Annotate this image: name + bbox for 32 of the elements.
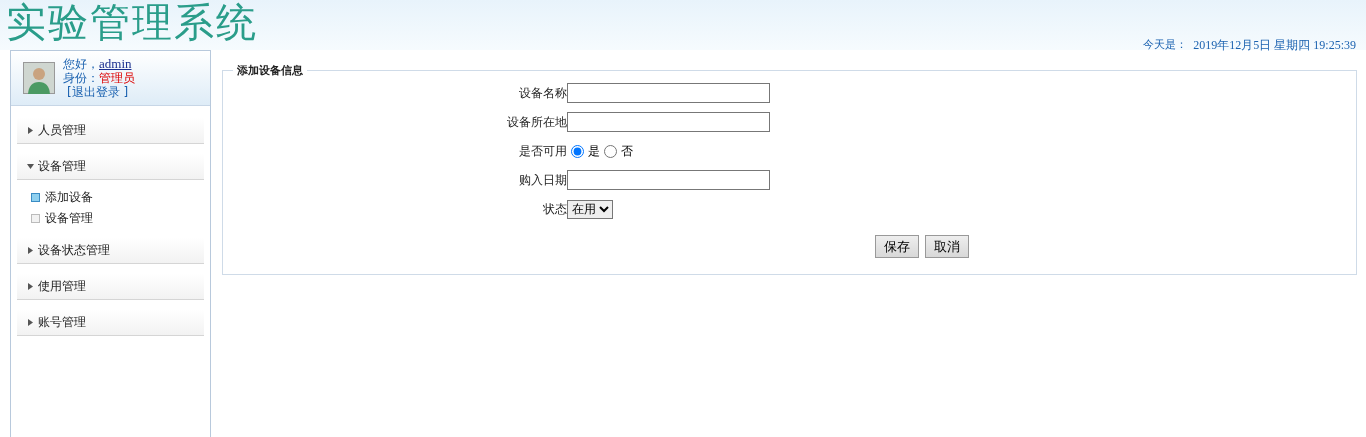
page-icon xyxy=(31,214,40,223)
form-legend: 添加设备信息 xyxy=(233,63,307,78)
radio-option[interactable]: 否 xyxy=(604,142,633,160)
caret-right-icon xyxy=(27,126,34,134)
greeting-label: 您好， xyxy=(63,57,99,71)
avatar-icon xyxy=(23,62,55,94)
caret-right-icon xyxy=(27,318,34,326)
save-button[interactable]: 保存 xyxy=(875,235,919,258)
field-label: 购入日期 xyxy=(518,171,567,189)
caret-right-icon xyxy=(27,246,34,254)
logout-link[interactable]: [退出登录 ] xyxy=(67,85,129,99)
submenu-item[interactable]: 设备管理 xyxy=(31,210,210,227)
status-select[interactable]: 在用 xyxy=(567,199,613,219)
field-label: 设备名称 xyxy=(518,84,567,102)
input-field[interactable] xyxy=(567,83,770,103)
role-label: 身份： xyxy=(63,71,99,85)
input-field[interactable] xyxy=(567,112,770,132)
caret-down-icon xyxy=(27,162,34,170)
page-icon xyxy=(31,193,40,202)
field-label: 是否可用 xyxy=(518,142,567,160)
date-text: 2019年12月5日 星期四 19:25:39 xyxy=(1193,37,1356,54)
input-field[interactable] xyxy=(567,170,770,190)
app-title: 实验管理系统 xyxy=(6,0,258,44)
submenu-item[interactable]: 添加设备 xyxy=(31,189,210,206)
role-text: 管理员 xyxy=(99,71,135,85)
field-label: 状态 xyxy=(542,200,567,218)
caret-right-icon xyxy=(27,282,34,290)
date-label: 今天是： xyxy=(1143,37,1188,53)
field-label: 设备所在地 xyxy=(506,113,567,131)
radio-option[interactable]: 是 xyxy=(571,142,600,160)
username-link[interactable]: admin xyxy=(99,57,132,71)
cancel-button[interactable]: 取消 xyxy=(925,235,969,258)
